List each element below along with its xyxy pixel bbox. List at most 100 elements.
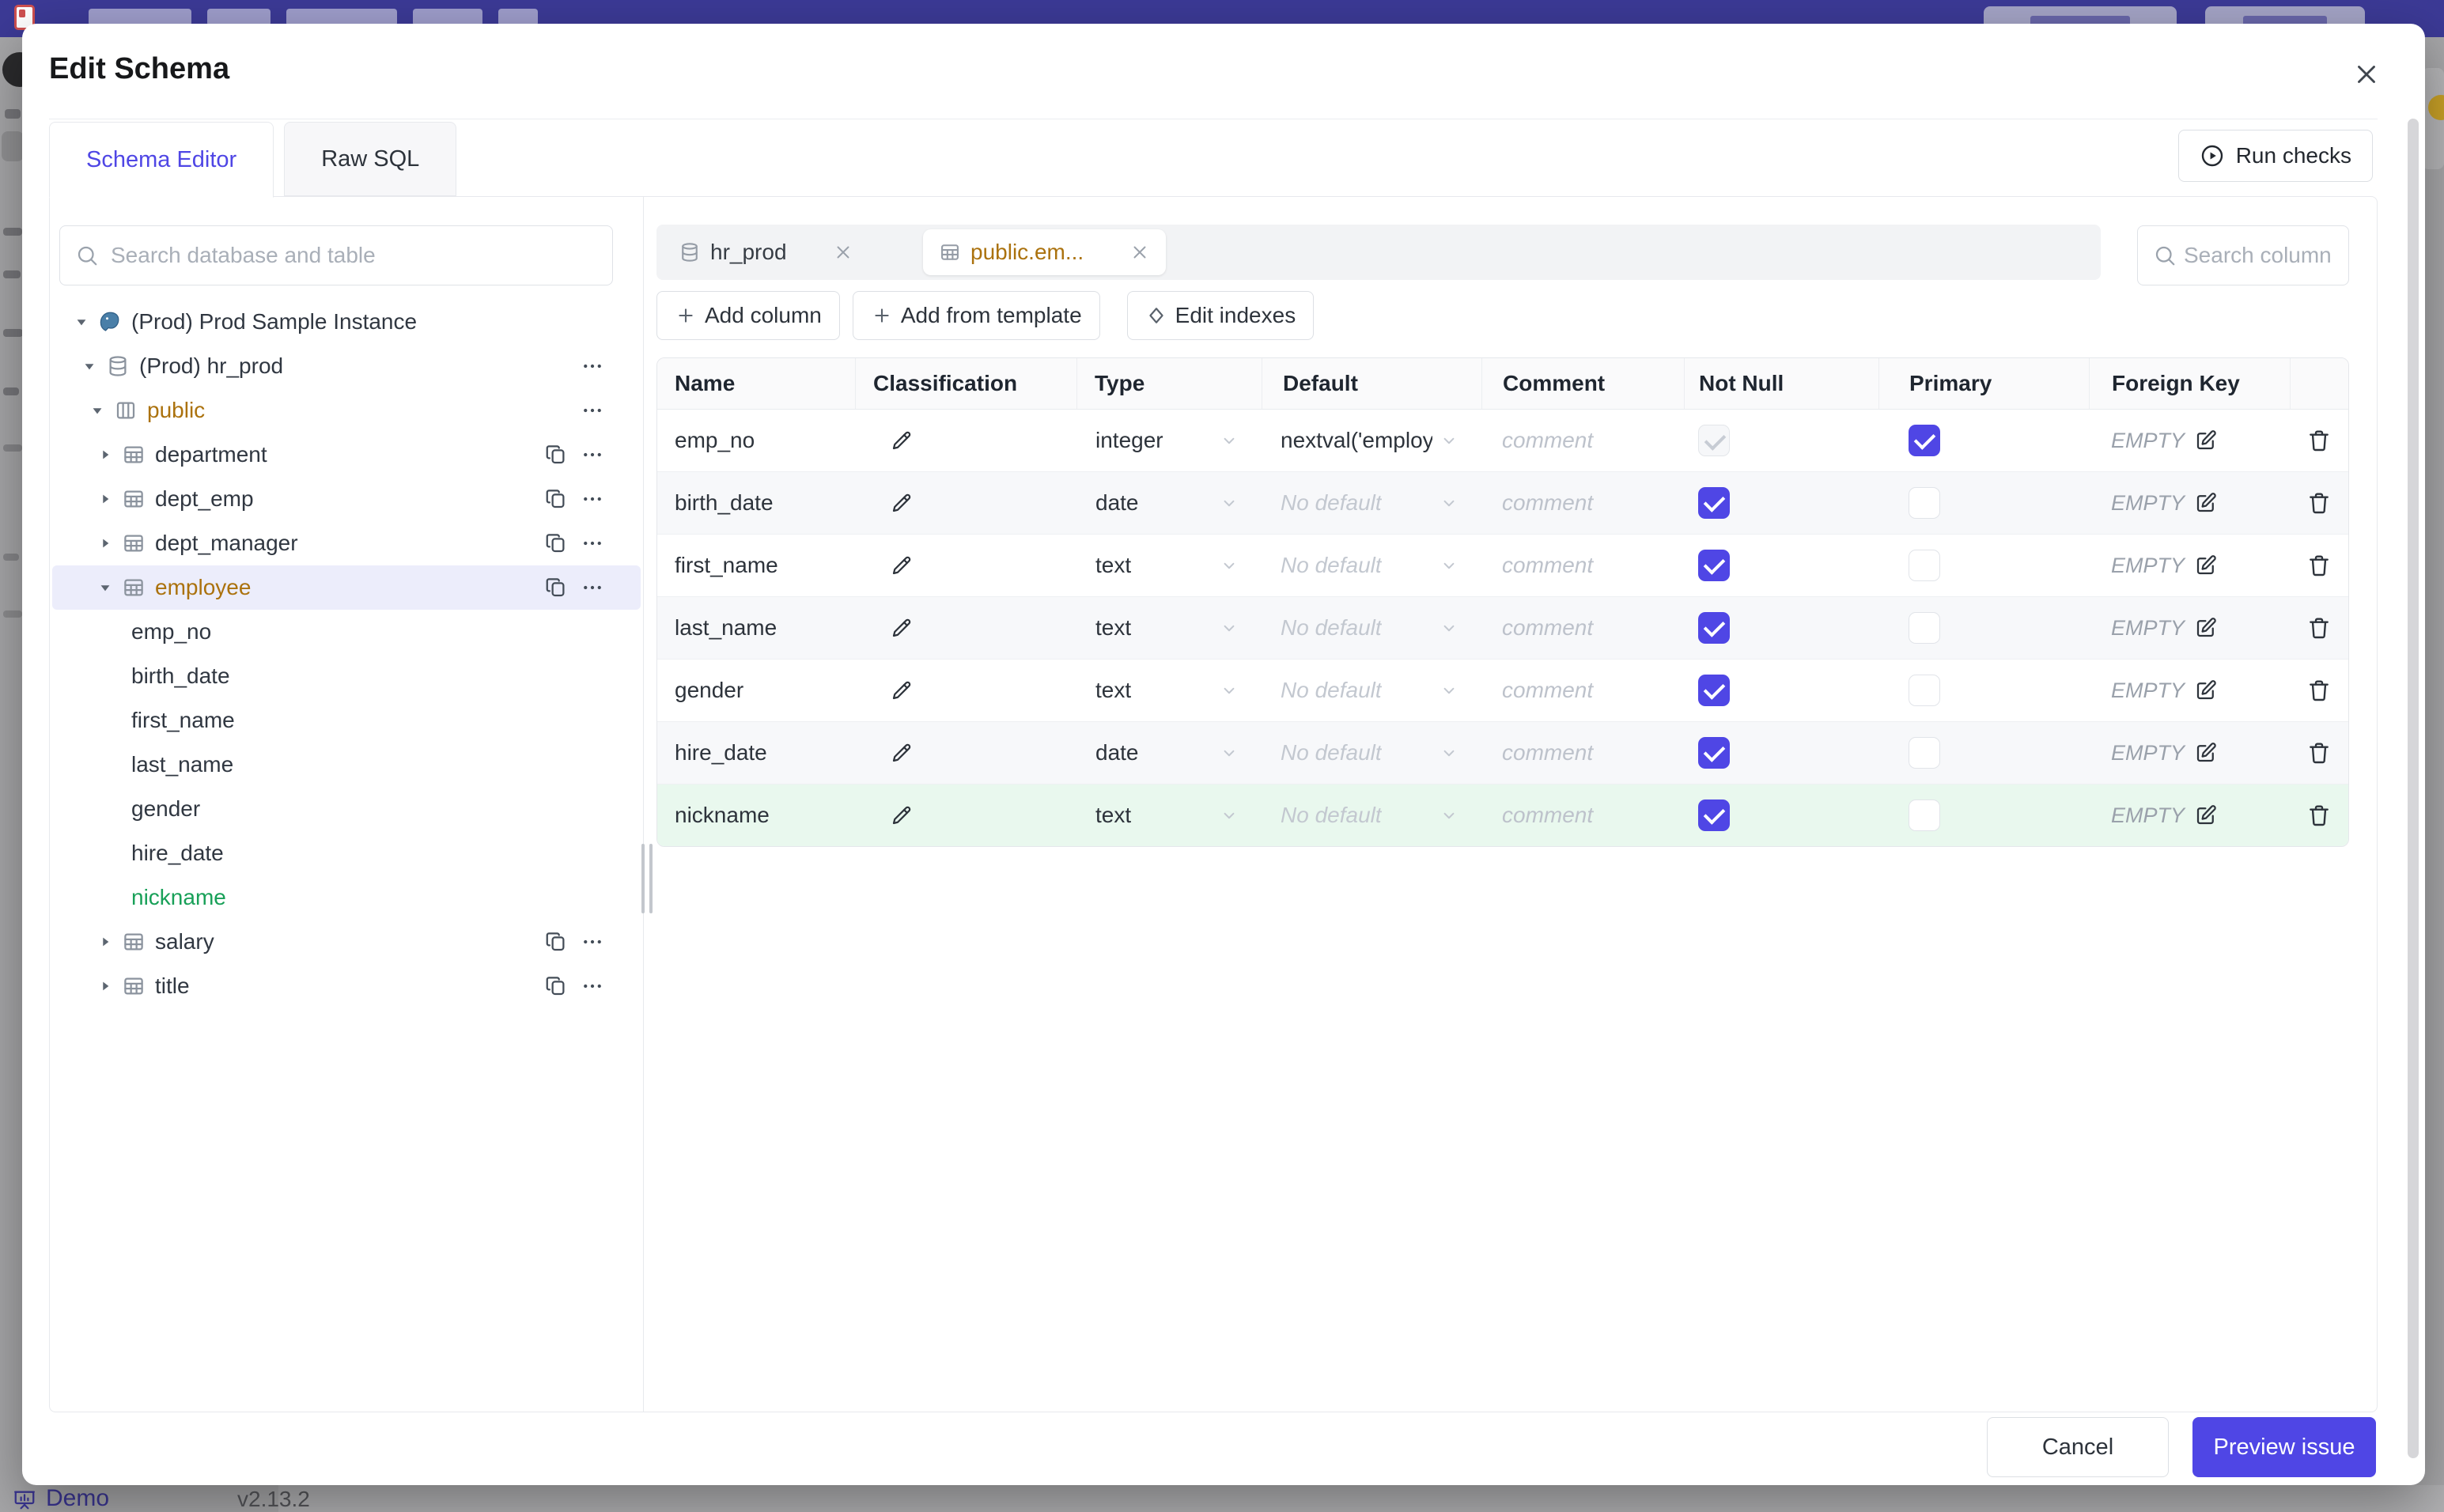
- pencil-icon[interactable]: [890, 803, 914, 827]
- duplicate-table-icon[interactable]: [544, 930, 568, 954]
- tree-item-public[interactable]: public: [52, 388, 641, 433]
- not-null-checkbox[interactable]: [1698, 487, 1730, 519]
- type-select[interactable]: integer: [1076, 410, 1262, 471]
- caret-down-icon[interactable]: [95, 577, 115, 598]
- more-actions-icon[interactable]: [581, 354, 604, 378]
- comment-input[interactable]: comment: [1481, 597, 1684, 659]
- pencil-icon[interactable]: [890, 679, 914, 702]
- caret-right-icon[interactable]: [95, 976, 115, 996]
- not-null-checkbox[interactable]: [1698, 550, 1730, 581]
- comment-input[interactable]: comment: [1481, 722, 1684, 784]
- more-actions-icon[interactable]: [581, 531, 604, 555]
- not-null-checkbox[interactable]: [1698, 799, 1730, 831]
- tab-chip-hr-prod[interactable]: hr_prod: [666, 225, 866, 280]
- edit-foreign-key-icon[interactable]: [2194, 429, 2218, 452]
- tree-item-hire-date[interactable]: hire_date: [52, 831, 641, 875]
- caret-down-icon[interactable]: [71, 312, 92, 332]
- tab-raw-sql[interactable]: Raw SQL: [284, 122, 457, 196]
- tree-item-nickname[interactable]: nickname: [52, 875, 641, 920]
- more-actions-icon[interactable]: [581, 443, 604, 467]
- delete-column-icon[interactable]: [2306, 615, 2332, 641]
- delete-column-icon[interactable]: [2306, 803, 2332, 828]
- delete-column-icon[interactable]: [2306, 428, 2332, 453]
- primary-checkbox[interactable]: [1909, 675, 1940, 706]
- tree-item-employee[interactable]: employee: [52, 565, 641, 610]
- delete-column-icon[interactable]: [2306, 740, 2332, 765]
- more-actions-icon[interactable]: [581, 974, 604, 998]
- caret-right-icon[interactable]: [95, 444, 115, 465]
- column-name-cell[interactable]: birth_date: [657, 472, 855, 534]
- edit-foreign-key-icon[interactable]: [2194, 616, 2218, 640]
- primary-checkbox[interactable]: [1909, 425, 1940, 456]
- tree-item-last-name[interactable]: last_name: [52, 743, 641, 787]
- edit-foreign-key-icon[interactable]: [2194, 679, 2218, 702]
- type-select[interactable]: date: [1076, 722, 1262, 784]
- pencil-icon[interactable]: [890, 429, 914, 452]
- run-checks-button[interactable]: Run checks: [2177, 130, 2373, 182]
- add-from-template-button[interactable]: Add from template: [852, 291, 1100, 340]
- default-select[interactable]: nextval('employ: [1262, 410, 1481, 471]
- duplicate-table-icon[interactable]: [544, 531, 568, 555]
- delete-column-icon[interactable]: [2306, 490, 2332, 516]
- tree-item-prod-hr-prod[interactable]: (Prod) hr_prod: [52, 344, 641, 388]
- column-name-cell[interactable]: emp_no: [657, 410, 855, 471]
- pencil-icon[interactable]: [890, 616, 914, 640]
- not-null-checkbox[interactable]: [1698, 737, 1730, 769]
- edit-foreign-key-icon[interactable]: [2194, 803, 2218, 827]
- preview-issue-button[interactable]: Preview issue: [2192, 1417, 2376, 1477]
- edit-foreign-key-icon[interactable]: [2194, 554, 2218, 577]
- duplicate-table-icon[interactable]: [544, 974, 568, 998]
- tree-item-salary[interactable]: salary: [52, 920, 641, 964]
- pencil-icon[interactable]: [890, 554, 914, 577]
- caret-right-icon[interactable]: [95, 932, 115, 952]
- tree-item-dept-emp[interactable]: dept_emp: [52, 477, 641, 521]
- default-select[interactable]: No default: [1262, 535, 1481, 596]
- primary-checkbox[interactable]: [1909, 487, 1940, 519]
- default-select[interactable]: No default: [1262, 597, 1481, 659]
- more-actions-icon[interactable]: [581, 930, 604, 954]
- column-name-cell[interactable]: hire_date: [657, 722, 855, 784]
- primary-checkbox[interactable]: [1909, 550, 1940, 581]
- close-tab-icon[interactable]: [833, 242, 853, 263]
- tree-item-first-name[interactable]: first_name: [52, 698, 641, 743]
- default-select[interactable]: No default: [1262, 722, 1481, 784]
- cancel-button[interactable]: Cancel: [1987, 1417, 2169, 1477]
- not-null-checkbox[interactable]: [1698, 612, 1730, 644]
- type-select[interactable]: text: [1076, 660, 1262, 721]
- delete-column-icon[interactable]: [2306, 678, 2332, 703]
- column-name-cell[interactable]: gender: [657, 660, 855, 721]
- comment-input[interactable]: comment: [1481, 784, 1684, 846]
- pencil-icon[interactable]: [890, 491, 914, 515]
- more-actions-icon[interactable]: [581, 576, 604, 599]
- duplicate-table-icon[interactable]: [544, 487, 568, 511]
- more-actions-icon[interactable]: [581, 399, 604, 422]
- comment-input[interactable]: comment: [1481, 472, 1684, 534]
- comment-input[interactable]: comment: [1481, 410, 1684, 471]
- tab-chip-public-employee[interactable]: public.em...: [923, 229, 1167, 275]
- primary-checkbox[interactable]: [1909, 799, 1940, 831]
- tree-item-gender[interactable]: gender: [52, 787, 641, 831]
- column-name-cell[interactable]: first_name: [657, 535, 855, 596]
- column-name-cell[interactable]: last_name: [657, 597, 855, 659]
- demo-link[interactable]: Demo: [46, 1485, 109, 1512]
- tree-item-emp-no[interactable]: emp_no: [52, 610, 641, 654]
- not-null-checkbox[interactable]: [1698, 675, 1730, 706]
- caret-right-icon[interactable]: [95, 533, 115, 554]
- primary-checkbox[interactable]: [1909, 612, 1940, 644]
- edit-foreign-key-icon[interactable]: [2194, 491, 2218, 515]
- add-column-button[interactable]: Add column: [656, 291, 840, 340]
- database-search-input[interactable]: [59, 225, 613, 285]
- edit-indexes-button[interactable]: Edit indexes: [1126, 291, 1315, 340]
- panel-resize-handle[interactable]: [639, 844, 656, 913]
- duplicate-table-icon[interactable]: [544, 576, 568, 599]
- primary-checkbox[interactable]: [1909, 737, 1940, 769]
- close-button[interactable]: [2346, 54, 2387, 95]
- type-select[interactable]: date: [1076, 472, 1262, 534]
- more-actions-icon[interactable]: [581, 487, 604, 511]
- tree-item-birth-date[interactable]: birth_date: [52, 654, 641, 698]
- delete-column-icon[interactable]: [2306, 553, 2332, 578]
- caret-down-icon[interactable]: [87, 400, 108, 421]
- type-select[interactable]: text: [1076, 597, 1262, 659]
- tree-item-title[interactable]: title: [52, 964, 641, 1008]
- pencil-icon[interactable]: [890, 741, 914, 765]
